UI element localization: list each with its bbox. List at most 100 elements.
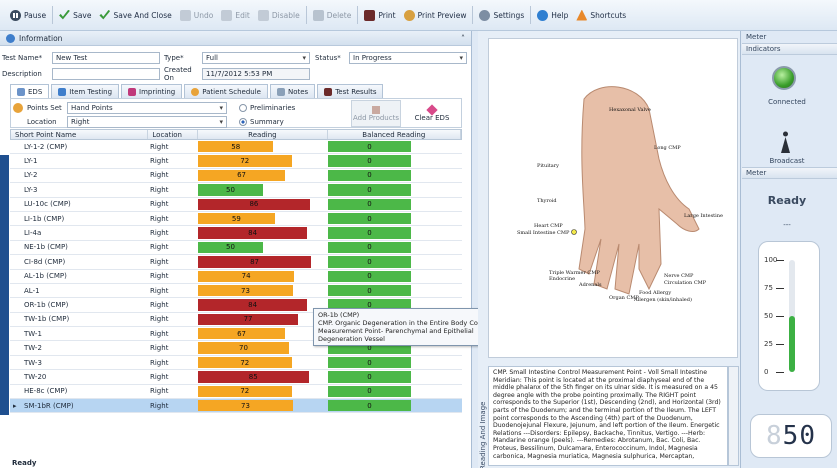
save-and-close-button[interactable]: Save And Close xyxy=(95,4,175,26)
tab-test-results-label: Test Results xyxy=(335,87,377,96)
edit-button[interactable]: Edit xyxy=(217,4,254,26)
eds-options: Points Set Hand Points Location Right Pr… xyxy=(10,98,462,128)
reading-bar: 67 xyxy=(198,328,286,340)
table-row[interactable]: ▸ SM-1bR (CMP) Right 73 0 xyxy=(10,399,462,414)
tab-notes[interactable]: Notes xyxy=(269,84,316,98)
cell-location: Right xyxy=(150,214,169,223)
status-row: Status* In Progress xyxy=(315,51,467,64)
toolbar-separator xyxy=(305,6,307,24)
cell-point-name: AL-1b (CMP) xyxy=(24,272,67,281)
radio-summary[interactable] xyxy=(239,117,247,126)
table-row[interactable]: AL-1b (CMP) Right 74 0 xyxy=(10,270,462,284)
cell-point-name: LU-10c (CMP) xyxy=(24,200,71,209)
gauge-tick-label: 50 xyxy=(764,312,773,320)
header-location[interactable]: Location xyxy=(148,130,199,139)
cell-point-name: LY-3 xyxy=(24,185,38,194)
tab-eds[interactable]: EDS xyxy=(10,84,50,98)
cell-reading: 67 xyxy=(198,327,328,340)
tab-notes-label: Notes xyxy=(287,87,309,96)
table-row[interactable]: TW-20 Right 85 0 xyxy=(10,370,462,385)
balanced-bar: 0 xyxy=(328,270,412,282)
digital-readout: 8 50 xyxy=(750,414,832,458)
table-row[interactable]: LI-1b (CMP) Right 59 0 xyxy=(10,212,462,227)
description-label: Description xyxy=(2,69,42,78)
reading-and-image-panel: Hexaxonal Valve Long CMP Pituitary Thyro… xyxy=(478,31,741,468)
cell-point-name: LI-1b (CMP) xyxy=(24,214,65,223)
tab-imprinting[interactable]: Imprinting xyxy=(121,84,183,98)
save-button[interactable]: Save xyxy=(55,4,95,26)
location-select[interactable]: Right xyxy=(67,115,227,128)
delete-button[interactable]: Delete xyxy=(309,4,356,26)
cell-location: Right xyxy=(150,329,169,338)
reading-bar: 67 xyxy=(198,169,286,182)
table-row[interactable]: LI-4a Right 84 0 xyxy=(10,226,462,241)
add-products-button[interactable]: Add Products xyxy=(351,100,401,127)
radio-preliminaries[interactable] xyxy=(239,103,247,112)
test-tabs: EDS Item Testing Imprinting Patient Sche… xyxy=(10,84,384,98)
tab-item-testing-label: Item Testing xyxy=(69,87,113,96)
imprinting-icon xyxy=(128,87,137,96)
print-button[interactable]: Print xyxy=(360,4,399,26)
tab-item-testing[interactable]: Item Testing xyxy=(51,84,120,98)
table-row[interactable]: LY-1-2 (CMP) Right 58 0 xyxy=(10,140,462,155)
pause-button[interactable]: Pause xyxy=(6,4,50,26)
cell-point-name: LY-2 xyxy=(24,171,38,180)
type-value: Full xyxy=(206,53,218,62)
settings-button[interactable]: Settings xyxy=(475,4,528,26)
indicators-header: Indicators xyxy=(742,43,837,55)
table-row[interactable]: AL-1 Right 73 0 xyxy=(10,284,462,299)
information-header[interactable]: Information ˄ xyxy=(0,31,471,46)
label-nerve-cmp: Nerve CMP xyxy=(664,273,694,279)
cell-reading: 50 xyxy=(198,183,328,196)
points-set-select[interactable]: Hand Points xyxy=(67,101,227,114)
undo-button[interactable]: Undo xyxy=(176,4,218,26)
help-button[interactable]: Help xyxy=(533,4,572,26)
label-hexaxonal-valve: Hexaxonal Valve xyxy=(609,107,651,113)
disable-button[interactable]: Disable xyxy=(254,4,304,26)
undo-label: Undo xyxy=(193,10,214,20)
info-icon xyxy=(6,33,15,43)
collapse-chevron-icon[interactable]: ˄ xyxy=(461,34,465,43)
shortcuts-label: Shortcuts xyxy=(590,10,627,20)
table-row[interactable]: CI-8d (CMP) Right 87 0 xyxy=(10,255,462,270)
status-select[interactable]: In Progress xyxy=(349,51,467,64)
header-reading[interactable]: Reading xyxy=(198,130,328,139)
header-balanced-reading[interactable]: Balanced Reading xyxy=(328,130,461,139)
preliminaries-option[interactable]: Preliminaries xyxy=(239,101,295,114)
broadcast-icon xyxy=(781,131,790,153)
smiley-icon xyxy=(13,102,23,113)
shortcuts-button[interactable]: Shortcuts xyxy=(572,4,630,26)
status-label: Status* xyxy=(315,53,341,62)
table-row[interactable]: HE-8c (CMP) Right 72 0 xyxy=(10,385,462,400)
cell-balanced: 0 xyxy=(328,255,462,268)
test-name-field[interactable]: New Test xyxy=(52,51,160,64)
type-select[interactable]: Full xyxy=(202,51,310,64)
description-row: Description xyxy=(2,67,160,80)
table-row[interactable]: TW-3 Right 72 0 xyxy=(10,356,462,371)
tab-test-results[interactable]: Test Results xyxy=(317,84,384,98)
summary-option[interactable]: Summary xyxy=(239,115,284,128)
table-row[interactable]: LY-1 Right 72 0 xyxy=(10,154,462,169)
table-row[interactable]: LY-2 Right 67 0 xyxy=(10,169,462,184)
clear-eds-button[interactable]: Clear EDS xyxy=(407,100,457,127)
balanced-bar: 0 xyxy=(328,256,412,268)
selected-point-marker[interactable] xyxy=(571,229,577,235)
table-row[interactable]: LY-3 Right 50 0 xyxy=(10,183,462,198)
cell-balanced: 0 xyxy=(328,169,462,182)
label-thyroid: Thyroid xyxy=(537,198,557,204)
cell-point-name: TW-3 xyxy=(24,358,42,367)
gauge-tick-mark xyxy=(776,260,784,261)
description-scrollbar[interactable] xyxy=(728,366,739,466)
meter-panel: Meter Indicators Connected Broadcast Met… xyxy=(742,31,837,468)
connected-led-icon xyxy=(772,66,796,90)
tab-patient-schedule[interactable]: Patient Schedule xyxy=(184,84,268,98)
description-field[interactable] xyxy=(52,67,160,80)
print-preview-button[interactable]: Print Preview xyxy=(400,4,471,26)
table-row[interactable]: LU-10c (CMP) Right 86 0 xyxy=(10,198,462,212)
cell-location: Right xyxy=(150,200,169,209)
table-row[interactable]: NE-1b (CMP) Right 50 0 xyxy=(10,241,462,256)
cell-point-name: LI-4a xyxy=(24,229,42,238)
header-short-point-name[interactable]: Short Point Name xyxy=(11,130,149,139)
edit-label: Edit xyxy=(235,10,250,20)
cell-location: Right xyxy=(150,401,169,410)
